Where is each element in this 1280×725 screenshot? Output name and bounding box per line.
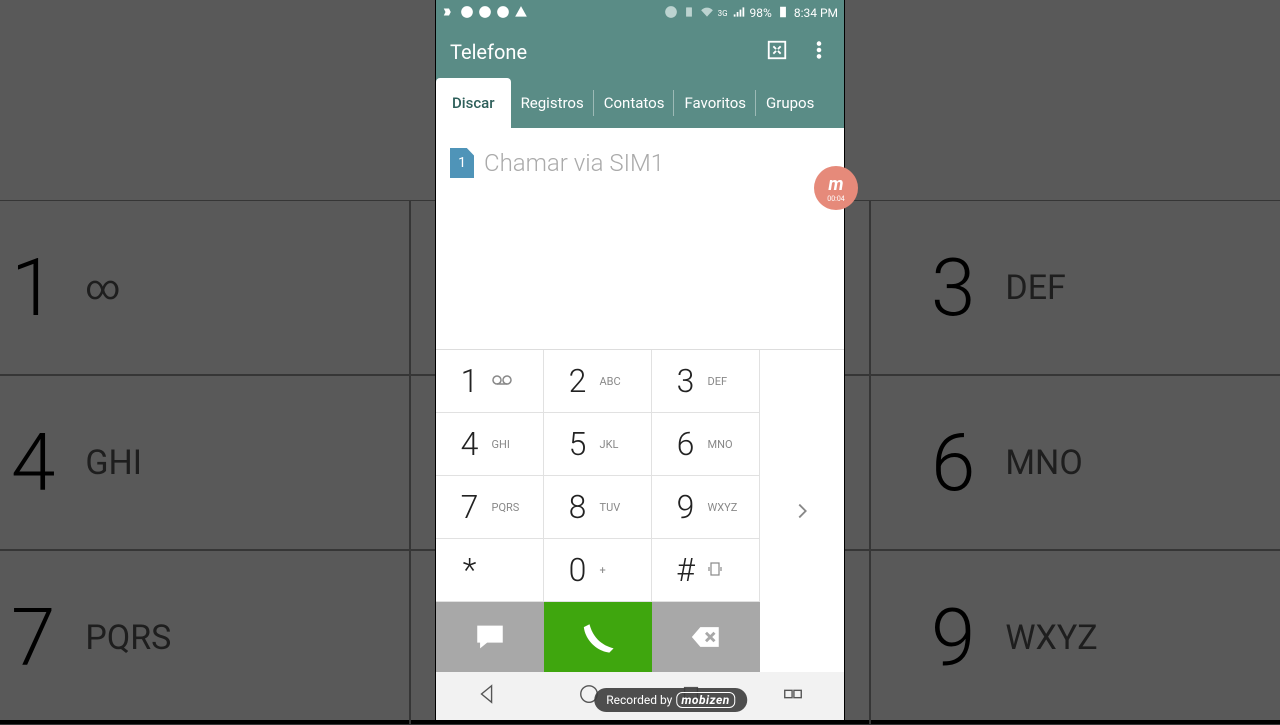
key-#[interactable]: # (652, 539, 760, 602)
tab-favoritos[interactable]: Favoritos (674, 78, 756, 128)
system-nav-bar: Recorded by mobizen (436, 672, 844, 720)
phone-frame: 3G 98% 8:34 PM Telefone DiscarRegistrosC… (436, 0, 844, 720)
key-4[interactable]: 4GHI (436, 413, 544, 476)
tab-grupos[interactable]: Grupos (756, 78, 824, 128)
app-icon (478, 5, 492, 22)
message-button[interactable] (436, 602, 544, 672)
call-button[interactable] (544, 602, 652, 672)
backspace-button[interactable] (652, 602, 760, 672)
wifi-icon (700, 5, 714, 22)
recorder-overlay-icon[interactable]: m 00:04 (814, 166, 858, 210)
key-6[interactable]: 6MNO (652, 413, 760, 476)
app-icon (460, 5, 474, 22)
voicemail-icon (492, 375, 524, 388)
number-display[interactable]: 1 Chamar via SIM1 m 00:04 (436, 128, 844, 349)
app-bar: Telefone (436, 26, 844, 78)
dial-placeholder: Chamar via SIM1 (484, 149, 664, 177)
battery-pct: 98% (750, 6, 772, 20)
key-9[interactable]: 9WXYZ (652, 476, 760, 539)
key-1[interactable]: 1 (436, 350, 544, 413)
status-bar: 3G 98% 8:34 PM (436, 0, 844, 26)
sim-switch-icon (708, 562, 740, 579)
expand-keypad-button[interactable] (760, 350, 844, 672)
overflow-menu-icon[interactable] (808, 39, 830, 65)
app-title: Telefone (450, 40, 527, 64)
percent-icon (496, 5, 510, 22)
signal-icon (732, 5, 746, 22)
key-*[interactable]: * (436, 539, 544, 602)
battery-icon (776, 5, 790, 22)
dial-keypad: 12ABC3DEF 4GHI5JKL6MNO 7PQRS8TUV9WXYZ *0+# (436, 350, 760, 602)
bluetooth-icon (664, 5, 678, 22)
key-7[interactable]: 7PQRS (436, 476, 544, 539)
key-3[interactable]: 3DEF (652, 350, 760, 413)
recorded-by-banner: Recorded by mobizen (594, 688, 747, 712)
mobizen-logo: mobizen (676, 692, 734, 708)
nav-back-button[interactable] (476, 683, 498, 709)
network-type: 3G (718, 9, 728, 18)
clock: 8:34 PM (794, 6, 838, 20)
tab-contatos[interactable]: Contatos (594, 78, 675, 128)
action-row (436, 602, 760, 672)
collapse-icon[interactable] (766, 39, 788, 65)
warning-icon (514, 5, 528, 22)
key-8[interactable]: 8TUV (544, 476, 652, 539)
vibrate-icon (682, 5, 696, 22)
key-0[interactable]: 0+ (544, 539, 652, 602)
tab-bar: DiscarRegistrosContatosFavoritosGrupos (436, 78, 844, 128)
tab-discar[interactable]: Discar (436, 78, 511, 128)
nav-dual-button[interactable] (782, 683, 804, 709)
notification-icon (442, 5, 456, 22)
tab-registros[interactable]: Registros (511, 78, 594, 128)
key-5[interactable]: 5JKL (544, 413, 652, 476)
key-2[interactable]: 2ABC (544, 350, 652, 413)
sim-badge[interactable]: 1 (450, 148, 474, 178)
